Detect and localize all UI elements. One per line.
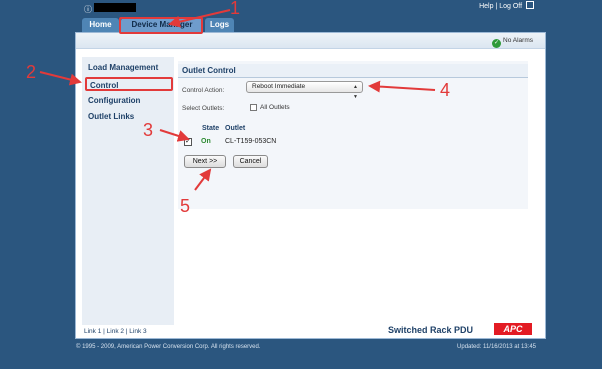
annotation-2: 2 xyxy=(26,62,37,82)
section-title: Outlet Control xyxy=(178,64,528,78)
sidebar-item-load-management[interactable]: Load Management xyxy=(88,63,158,72)
logoff-icon[interactable] xyxy=(526,1,534,9)
alarm-status-label: No Alarms xyxy=(503,37,533,44)
product-name: Switched Rack PDU xyxy=(388,325,474,335)
annotation-1: 1 xyxy=(230,0,241,18)
sidebar-item-control[interactable]: Control xyxy=(85,77,173,91)
footer-links[interactable]: Link 1 | Link 2 | Link 3 xyxy=(84,328,147,335)
control-action-label: Control Action: xyxy=(182,87,225,94)
outlet-checkbox[interactable]: ✓ xyxy=(184,138,192,146)
arrow-2 xyxy=(39,71,82,86)
redacted-username xyxy=(94,3,136,12)
top-links[interactable]: Help | Log Off xyxy=(479,1,534,10)
next-button[interactable]: Next >> xyxy=(184,155,226,168)
all-outlets-checkbox[interactable] xyxy=(250,104,257,111)
annotation-4: 4 xyxy=(440,80,451,100)
column-header-outlet: Outlet xyxy=(225,125,246,132)
outlet-state: On xyxy=(201,138,211,145)
apc-logo: APC xyxy=(494,323,532,335)
help-logoff-link[interactable]: Help | Log Off xyxy=(479,3,522,10)
cancel-button[interactable]: Cancel xyxy=(233,155,268,168)
updated-timestamp: Updated: 11/16/2013 at 13:45 xyxy=(457,344,536,350)
main-panel: ✓ No Alarms Load Management Control Confi… xyxy=(75,32,546,339)
sidebar-item-configuration[interactable]: Configuration xyxy=(88,96,140,105)
highlight-box-device-manager xyxy=(119,17,203,34)
control-action-select[interactable]: Reboot Immediate ▲ ▼ xyxy=(246,81,363,100)
sidebar: Load Management Control Configuration Ou… xyxy=(82,57,174,325)
outlet-name: CL-T159-053CN xyxy=(225,138,277,145)
select-outlets-label: Select Outlets: xyxy=(182,105,225,112)
select-arrows-icon: ▲ ▼ xyxy=(353,84,358,100)
copyright-text: © 1995 - 2009, American Power Conversion… xyxy=(76,344,261,350)
check-circle-icon: ✓ xyxy=(492,39,502,48)
annotation-3: 3 xyxy=(143,120,154,140)
info-icon[interactable]: ⓘ xyxy=(84,4,92,15)
panel-header: ✓ No Alarms xyxy=(76,33,545,49)
sidebar-item-outlet-links[interactable]: Outlet Links xyxy=(88,112,134,121)
tab-home[interactable]: Home xyxy=(82,18,119,32)
all-outlets-label: All Outlets xyxy=(260,104,290,111)
annotation-5: 5 xyxy=(180,196,191,216)
alarm-status: ✓ No Alarms xyxy=(492,37,533,48)
outlet-control-form: Outlet Control Control Action: Reboot Im… xyxy=(178,61,528,209)
column-header-state: State xyxy=(202,125,220,132)
control-action-value: Reboot Immediate xyxy=(252,83,306,90)
tab-logs[interactable]: Logs xyxy=(205,18,234,32)
